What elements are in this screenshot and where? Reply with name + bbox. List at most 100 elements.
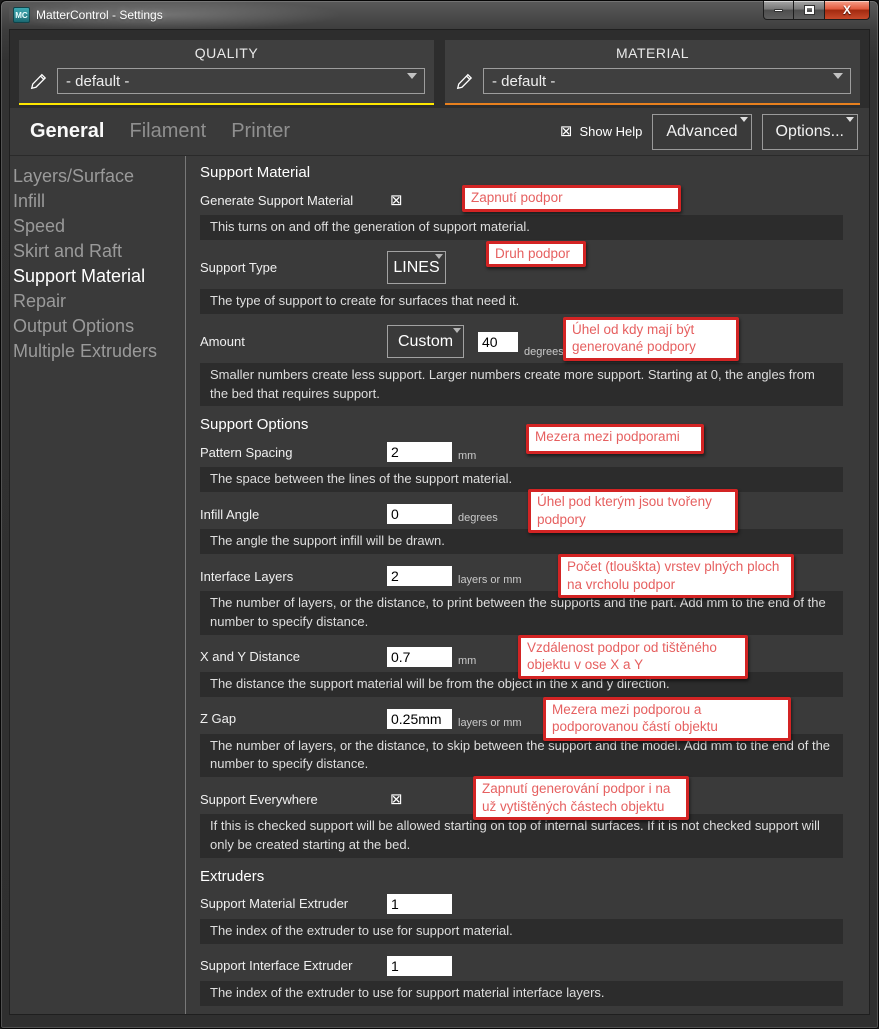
row-pattern-spacing: Pattern SpacingmmMezera mezi podporami bbox=[200, 440, 865, 464]
z-gap-input[interactable] bbox=[387, 709, 452, 729]
sidebar-item-speed[interactable]: Speed bbox=[13, 214, 185, 239]
z-gap-units: layers or mm bbox=[458, 717, 522, 731]
quality-row: - default - bbox=[28, 68, 425, 94]
show-help-label: Show Help bbox=[579, 124, 642, 139]
support-type-dropdown[interactable]: LINES bbox=[387, 251, 446, 284]
close-button[interactable]: X bbox=[824, 1, 870, 20]
client-area: QUALITY - default - MATERIAL bbox=[9, 29, 870, 1015]
chevron-down-icon bbox=[453, 328, 461, 333]
amount-dropdown[interactable]: Custom bbox=[387, 325, 464, 358]
settings-sidebar: Layers/SurfaceInfillSpeedSkirt and RaftS… bbox=[10, 156, 186, 1014]
edit-pencil-icon[interactable] bbox=[454, 71, 474, 91]
app-logo-icon: MC bbox=[13, 7, 30, 23]
row-amount: AmountCustomdegreesÚhel od kdy mají být … bbox=[200, 324, 865, 360]
amount-label: Amount bbox=[200, 334, 387, 349]
show-help-toggle[interactable]: ⊠ Show Help bbox=[560, 124, 642, 139]
advanced-button[interactable]: Advanced bbox=[652, 114, 751, 150]
tab-filament[interactable]: Filament bbox=[129, 120, 206, 143]
annotation-amount: Úhel od kdy mají být generované podpory bbox=[563, 317, 739, 361]
tabbar-right: ⊠ Show Help Advanced Options... bbox=[560, 114, 858, 150]
annotation-pattern-spacing: Mezera mezi podporami bbox=[526, 424, 704, 454]
z-gap-label: Z Gap bbox=[200, 711, 387, 726]
minimize-button[interactable] bbox=[763, 1, 794, 20]
settings-body: Layers/SurfaceInfillSpeedSkirt and RaftS… bbox=[10, 156, 869, 1014]
sidebar-item-layers-surface[interactable]: Layers/Surface bbox=[13, 164, 185, 189]
generate-support-material-help: This turns on and off the generation of … bbox=[200, 215, 843, 240]
chevron-down-icon bbox=[407, 73, 417, 79]
window-controls: X bbox=[763, 1, 870, 20]
amount-input[interactable] bbox=[478, 332, 518, 352]
chevron-down-icon bbox=[833, 73, 843, 79]
support-material-extruder-input[interactable] bbox=[387, 894, 452, 914]
tab-bar: General Filament Printer ⊠ Show Help Advan… bbox=[10, 108, 869, 156]
support-interface-extruder-help: The index of the extruder to use for sup… bbox=[200, 981, 843, 1006]
edit-pencil-icon[interactable] bbox=[28, 71, 48, 91]
material-select[interactable]: - default - bbox=[483, 68, 851, 94]
sidebar-item-multiple-extruders[interactable]: Multiple Extruders bbox=[13, 339, 185, 364]
app-window: MC MatterControl - Settings X QUALITY - … bbox=[0, 0, 879, 1029]
support-type-dropdown-value: LINES bbox=[393, 259, 439, 277]
row-support-material-extruder: Support Material Extruder bbox=[200, 892, 865, 916]
row-support-type: Support TypeLINESDruh podpor bbox=[200, 250, 865, 286]
minimize-icon bbox=[774, 9, 783, 12]
quality-select-value: - default - bbox=[66, 73, 129, 90]
support-everywhere-checkbox[interactable]: ⊠ bbox=[390, 792, 403, 807]
quality-panel-title: QUALITY bbox=[28, 45, 425, 61]
options-button[interactable]: Options... bbox=[762, 114, 858, 150]
x-and-y-distance-input[interactable] bbox=[387, 647, 452, 667]
x-and-y-distance-label: X and Y Distance bbox=[200, 649, 387, 664]
quality-select[interactable]: - default - bbox=[57, 68, 425, 94]
section-title-extruders: Extruders bbox=[200, 868, 865, 885]
row-generate-support-material: Generate Support Material⊠Zapnutí podpor bbox=[200, 188, 865, 212]
annotation-interface-layers: Počet (tlouškta) vrstev plných ploch na … bbox=[558, 554, 794, 598]
chevron-down-icon bbox=[846, 117, 854, 122]
support-everywhere-label: Support Everywhere bbox=[200, 792, 387, 807]
infill-angle-help: The angle the support infill will be dra… bbox=[200, 529, 843, 554]
row-x-and-y-distance: X and Y DistancemmVzdálenost podpor od t… bbox=[200, 645, 865, 669]
window-title-bar[interactable]: MC MatterControl - Settings X bbox=[9, 1, 870, 29]
sidebar-item-infill[interactable]: Infill bbox=[13, 189, 185, 214]
support-everywhere-help: If this is checked support will be allow… bbox=[200, 814, 843, 858]
interface-layers-units: layers or mm bbox=[458, 574, 522, 588]
annotation-support-everywhere: Zapnutí generování podpor i na už vytišt… bbox=[473, 776, 689, 820]
amount-units: degrees bbox=[524, 346, 564, 360]
sidebar-item-repair[interactable]: Repair bbox=[13, 289, 185, 314]
annotation-z-gap: Mezera mezi podporou a podporovanou část… bbox=[543, 697, 791, 741]
tab-printer[interactable]: Printer bbox=[231, 120, 290, 143]
annotation-support-type: Druh podpor bbox=[486, 241, 586, 268]
material-panel: MATERIAL - default - bbox=[445, 40, 860, 105]
close-icon: X bbox=[843, 4, 851, 16]
generate-support-material-checkbox[interactable]: ⊠ bbox=[390, 193, 403, 208]
interface-layers-input[interactable] bbox=[387, 566, 452, 586]
section-title-support-material: Support Material bbox=[200, 164, 865, 181]
infill-angle-label: Infill Angle bbox=[200, 507, 387, 522]
infill-angle-input[interactable] bbox=[387, 504, 452, 524]
sidebar-item-skirt-and-raft[interactable]: Skirt and Raft bbox=[13, 239, 185, 264]
infill-angle-units: degrees bbox=[458, 512, 498, 526]
quality-panel: QUALITY - default - bbox=[19, 40, 434, 105]
row-support-everywhere: Support Everywhere⊠Zapnutí generování po… bbox=[200, 787, 865, 811]
material-panel-title: MATERIAL bbox=[454, 45, 851, 61]
x-and-y-distance-units: mm bbox=[458, 655, 476, 669]
row-interface-layers: Interface Layerslayers or mmPočet (tlouš… bbox=[200, 564, 865, 588]
advanced-button-label: Advanced bbox=[666, 123, 737, 140]
support-interface-extruder-input[interactable] bbox=[387, 956, 452, 976]
support-material-extruder-help: The index of the extruder to use for sup… bbox=[200, 919, 843, 944]
support-interface-extruder-label: Support Interface Extruder bbox=[200, 958, 387, 973]
sidebar-item-output-options[interactable]: Output Options bbox=[13, 314, 185, 339]
preset-strip: QUALITY - default - MATERIAL bbox=[10, 30, 869, 108]
maximize-icon bbox=[805, 6, 814, 14]
sidebar-item-support-material[interactable]: Support Material bbox=[13, 264, 185, 289]
checkbox-checked-icon: ⊠ bbox=[560, 124, 573, 139]
chevron-down-icon bbox=[740, 117, 748, 122]
pattern-spacing-help: The space between the lines of the suppo… bbox=[200, 467, 843, 492]
row-infill-angle: Infill AngledegreesÚhel pod kterým jsou … bbox=[200, 502, 865, 526]
support-type-help: The type of support to create for surfac… bbox=[200, 289, 843, 314]
material-row: - default - bbox=[454, 68, 851, 94]
tab-general[interactable]: General bbox=[30, 120, 104, 143]
pattern-spacing-input[interactable] bbox=[387, 442, 452, 462]
maximize-button[interactable] bbox=[794, 1, 824, 20]
pattern-spacing-label: Pattern Spacing bbox=[200, 445, 387, 460]
window-title: MatterControl - Settings bbox=[36, 8, 163, 22]
pattern-spacing-units: mm bbox=[458, 450, 476, 464]
